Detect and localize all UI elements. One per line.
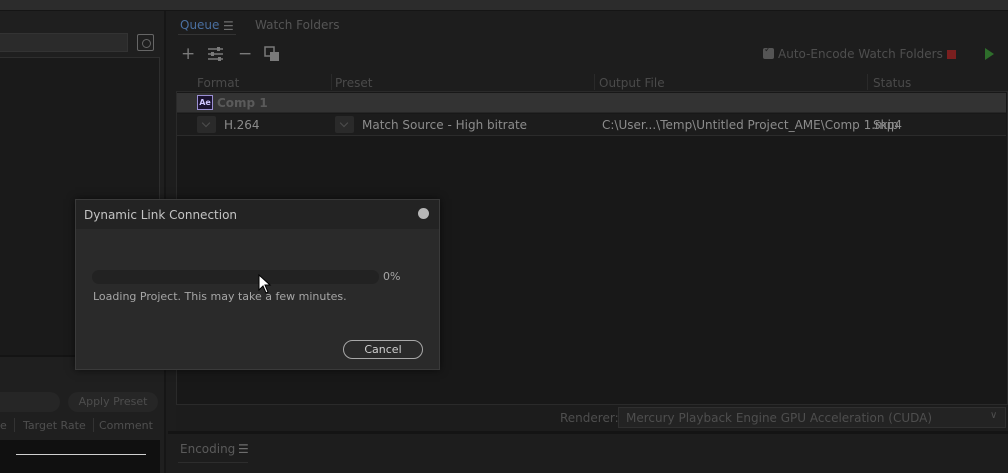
preset-field[interactable] bbox=[0, 392, 60, 412]
settings-sliders-icon[interactable] bbox=[207, 45, 224, 67]
format-dropdown-icon[interactable] bbox=[197, 116, 216, 133]
column-header-format[interactable]: Format bbox=[197, 76, 239, 90]
renderer-label: Renderer: bbox=[560, 411, 619, 425]
auto-encode-toggle[interactable]: Auto-Encode Watch Folders bbox=[763, 45, 943, 61]
item-preset[interactable]: Match Source - High bitrate bbox=[362, 118, 527, 132]
tab-watch-folders[interactable]: Watch Folders bbox=[255, 18, 340, 32]
tab-underline bbox=[178, 462, 248, 463]
after-effects-icon: Ae bbox=[197, 95, 213, 110]
left-column-header[interactable]: Comment bbox=[99, 419, 153, 432]
auto-encode-checkbox[interactable] bbox=[763, 45, 774, 59]
column-divider bbox=[14, 418, 15, 432]
duplicate-icon-svg bbox=[264, 46, 279, 61]
settings-sliders-icon-svg bbox=[208, 47, 223, 61]
preset-dropdown-icon[interactable] bbox=[335, 116, 354, 133]
auto-encode-label: Auto-Encode Watch Folders bbox=[778, 47, 943, 61]
left-column-header[interactable]: e bbox=[0, 419, 7, 432]
left-column-headers: e Target Rate Comment bbox=[0, 419, 160, 433]
tab-encoding[interactable]: Encoding bbox=[180, 442, 235, 456]
manage-presets-icon[interactable] bbox=[137, 34, 154, 51]
start-queue-button[interactable] bbox=[985, 48, 994, 60]
queue-tab-bar: Queue ☰ Watch Folders bbox=[168, 11, 1008, 38]
title-bar bbox=[0, 0, 1008, 11]
queue-group-name: Comp 1 bbox=[217, 96, 268, 110]
apply-preset-button[interactable]: Apply Preset bbox=[68, 392, 158, 412]
dialog-title: Dynamic Link Connection bbox=[84, 208, 238, 222]
column-header-status[interactable]: Status bbox=[873, 76, 911, 90]
column-header-preset[interactable]: Preset bbox=[335, 76, 372, 90]
item-format[interactable]: H.264 bbox=[224, 118, 260, 132]
duplicate-icon[interactable] bbox=[264, 46, 280, 67]
column-divider[interactable] bbox=[331, 74, 332, 90]
close-icon[interactable] bbox=[418, 208, 429, 219]
preset-search-input[interactable] bbox=[0, 33, 128, 52]
panel-divider[interactable] bbox=[168, 431, 1008, 434]
renderer-select[interactable]: Mercury Playback Engine GPU Acceleration… bbox=[618, 407, 1006, 428]
left-column-header[interactable]: Target Rate bbox=[23, 419, 86, 432]
dialog-message: Loading Project. This may take a few min… bbox=[93, 290, 347, 303]
column-divider[interactable] bbox=[867, 74, 868, 90]
add-icon[interactable]: + bbox=[181, 44, 195, 64]
tab-underline bbox=[178, 34, 236, 35]
mouse-cursor-icon bbox=[258, 274, 272, 294]
tab-queue[interactable]: Queue bbox=[180, 18, 219, 32]
queue-group-row[interactable] bbox=[177, 93, 1006, 113]
hamburger-icon[interactable]: ☰ bbox=[238, 442, 249, 456]
column-header-output-file[interactable]: Output File bbox=[599, 76, 665, 90]
stop-queue-button[interactable] bbox=[947, 50, 956, 59]
item-status: Skip bbox=[873, 118, 899, 132]
list-row-line bbox=[16, 454, 146, 455]
queue-column-header: Format Preset Output File Status bbox=[176, 72, 1008, 92]
chevron-down-icon[interactable]: ∨ bbox=[990, 410, 997, 421]
hamburger-icon[interactable]: ☰ bbox=[223, 19, 234, 33]
column-divider bbox=[93, 418, 94, 432]
progress-bar bbox=[92, 270, 379, 284]
progress-percent: 0% bbox=[383, 270, 401, 283]
cancel-button[interactable]: Cancel bbox=[343, 340, 423, 359]
remove-icon[interactable]: − bbox=[238, 44, 252, 64]
item-output-file[interactable]: C:\User...\Temp\Untitled Project_AME\Com… bbox=[602, 118, 902, 132]
left-list-area bbox=[0, 440, 160, 473]
column-divider[interactable] bbox=[594, 74, 595, 90]
